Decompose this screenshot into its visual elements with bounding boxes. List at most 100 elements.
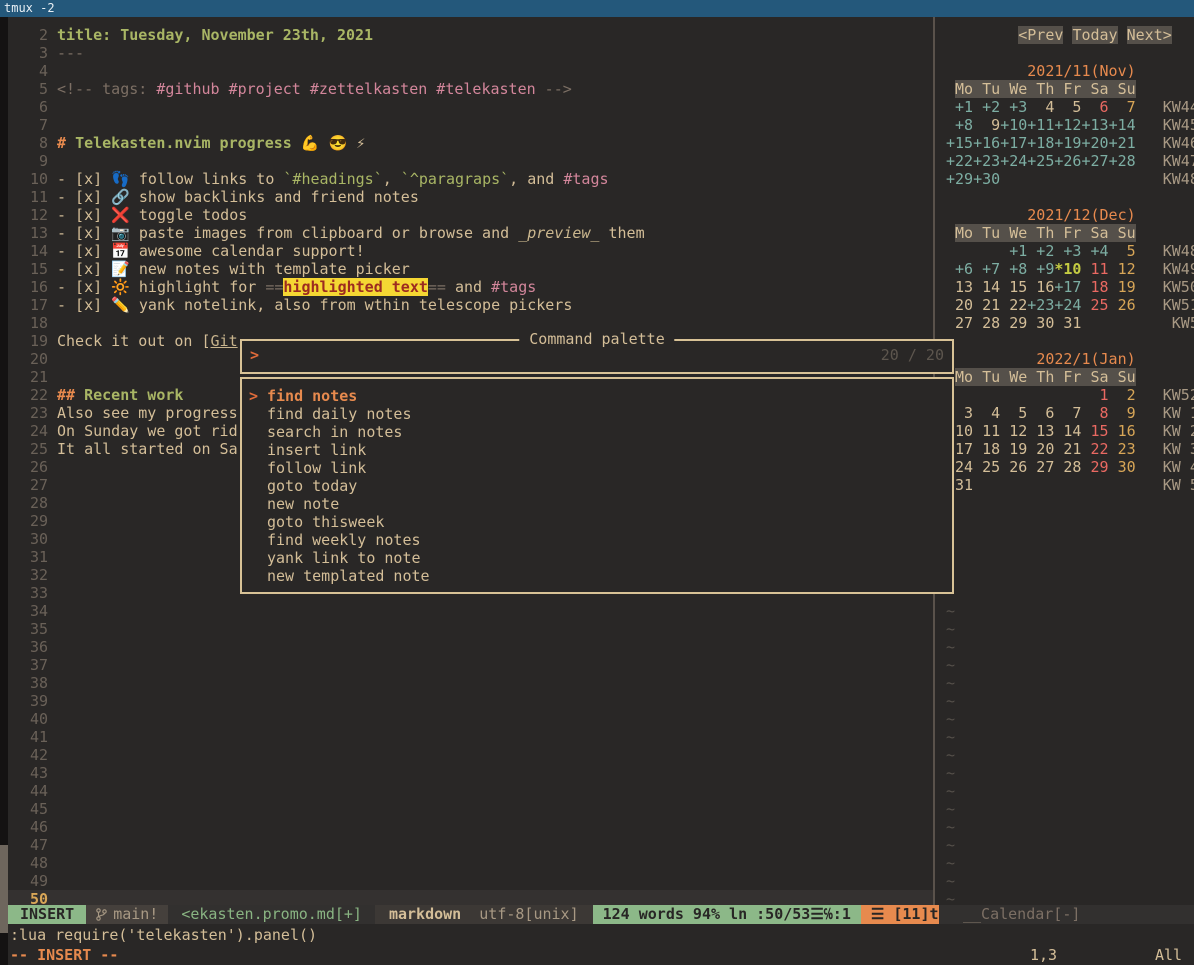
buffer-line[interactable]: 36: [8, 638, 933, 656]
calendar-day[interactable]: +26: [1054, 152, 1081, 170]
calendar-day[interactable]: 18: [973, 440, 1000, 458]
calendar-day[interactable]: +24: [1000, 152, 1027, 170]
calendar-day[interactable]: +14: [1109, 116, 1136, 134]
calendar-day[interactable]: +21: [1109, 134, 1136, 152]
buffer-line[interactable]: 34: [8, 602, 933, 620]
calendar-day[interactable]: +12: [1054, 116, 1081, 134]
buffer-line[interactable]: 14- [x] 📅 awesome calendar support!: [8, 242, 933, 260]
calendar-day[interactable]: 12: [1109, 260, 1136, 278]
calendar-day[interactable]: +27: [1081, 152, 1108, 170]
calendar-day[interactable]: 19: [1000, 440, 1027, 458]
calendar-day[interactable]: 29: [1081, 458, 1108, 476]
calendar-day[interactable]: 18: [1081, 278, 1108, 296]
buffer-line[interactable]: 2title: Tuesday, November 23th, 2021: [8, 26, 933, 44]
buffer-line[interactable]: 17- [x] ✏️ yank notelink, also from wthi…: [8, 296, 933, 314]
palette-item[interactable]: >find notes: [242, 387, 952, 405]
calendar-day[interactable]: 27: [1027, 458, 1054, 476]
calendar-day[interactable]: 8: [1081, 404, 1108, 422]
calendar-day[interactable]: 29: [1000, 314, 1027, 332]
calendar-day[interactable]: +1: [1000, 242, 1027, 260]
palette-item[interactable]: insert link: [242, 441, 952, 459]
buffer-line[interactable]: 35: [8, 620, 933, 638]
calendar-day[interactable]: *10: [1054, 260, 1081, 278]
calendar-day[interactable]: +23: [973, 152, 1000, 170]
calendar-day[interactable]: 14: [1054, 422, 1081, 440]
buffer-line[interactable]: 39: [8, 692, 933, 710]
calendar-day[interactable]: 15: [1000, 278, 1027, 296]
palette-item[interactable]: goto thisweek: [242, 513, 952, 531]
buffer-line[interactable]: 9: [8, 152, 933, 170]
calendar-day[interactable]: +4: [1081, 242, 1108, 260]
buffer-line[interactable]: 18: [8, 314, 933, 332]
calendar-day[interactable]: 13: [946, 278, 973, 296]
buffer-line[interactable]: 8# Telekasten.nvim progress 💪 😎 ⚡: [8, 134, 933, 152]
calendar-day[interactable]: +9: [1027, 260, 1054, 278]
calendar-day[interactable]: 25: [973, 458, 1000, 476]
calendar-day[interactable]: 30: [1109, 458, 1136, 476]
command-palette-prompt[interactable]: Command palette > 20 / 20: [240, 339, 954, 374]
calendar-day[interactable]: +8: [1000, 260, 1027, 278]
calendar-day[interactable]: 4: [973, 404, 1000, 422]
buffer-line[interactable]: 6: [8, 98, 933, 116]
calendar-day[interactable]: +2: [1027, 242, 1054, 260]
calendar-day[interactable]: +29: [946, 170, 973, 188]
calendar-day[interactable]: +20: [1081, 134, 1108, 152]
buffer-line[interactable]: 49: [8, 872, 933, 890]
calendar-day[interactable]: 28: [1054, 458, 1081, 476]
calendar-day[interactable]: +3: [1054, 242, 1081, 260]
buffer-line[interactable]: 5<!-- tags: #github #project #zettelkast…: [8, 80, 933, 98]
buffer-line[interactable]: 7: [8, 116, 933, 134]
calendar-day[interactable]: 11: [973, 422, 1000, 440]
calendar-day[interactable]: 2: [1109, 386, 1136, 404]
buffer-line[interactable]: 40: [8, 710, 933, 728]
calendar-day[interactable]: 16: [1109, 422, 1136, 440]
buffer-line[interactable]: 48: [8, 854, 933, 872]
calendar-day[interactable]: +25: [1027, 152, 1054, 170]
calendar-day[interactable]: 5: [1000, 404, 1027, 422]
scrollbar-thumb[interactable]: [0, 845, 8, 933]
calendar-day[interactable]: 19: [1109, 278, 1136, 296]
calendar-day[interactable]: 6: [1027, 404, 1054, 422]
calendar-day[interactable]: 26: [1000, 458, 1027, 476]
calendar-day[interactable]: 11: [1081, 260, 1108, 278]
calendar-day[interactable]: +10: [1000, 116, 1027, 134]
palette-item[interactable]: find daily notes: [242, 405, 952, 423]
calendar-day[interactable]: +28: [1109, 152, 1136, 170]
palette-item[interactable]: new templated note: [242, 567, 952, 585]
palette-item[interactable]: find weekly notes: [242, 531, 952, 549]
calendar-day[interactable]: 30: [1027, 314, 1054, 332]
palette-item[interactable]: search in notes: [242, 423, 952, 441]
buffer-line[interactable]: 16- [x] 🔆 highlight for ==highlighted te…: [8, 278, 933, 296]
calendar-day[interactable]: 6: [1081, 98, 1108, 116]
buffer-line[interactable]: 47: [8, 836, 933, 854]
buffer-line[interactable]: 13- [x] 📷 paste images from clipboard or…: [8, 224, 933, 242]
buffer-line[interactable]: 3---: [8, 44, 933, 62]
calendar-day[interactable]: +1: [946, 98, 973, 116]
calendar-day[interactable]: 20: [1027, 440, 1054, 458]
calendar-day[interactable]: +16: [973, 134, 1000, 152]
calendar-day[interactable]: 23: [1109, 440, 1136, 458]
calendar-day[interactable]: 31: [1054, 314, 1081, 332]
calendar-day[interactable]: 5: [1109, 242, 1136, 260]
calendar-day[interactable]: 22: [1000, 296, 1027, 314]
calendar-day[interactable]: 4: [1027, 98, 1054, 116]
calendar-day[interactable]: +23: [1027, 296, 1054, 314]
calendar-day[interactable]: 20: [946, 296, 973, 314]
buffer-line[interactable]: 46: [8, 818, 933, 836]
buffer-line[interactable]: 43: [8, 764, 933, 782]
calendar-day[interactable]: 26: [1109, 296, 1136, 314]
calendar-day[interactable]: +7: [973, 260, 1000, 278]
calendar-day[interactable]: 9: [973, 116, 1000, 134]
calendar-day[interactable]: 27: [946, 314, 973, 332]
calendar-day[interactable]: +3: [1000, 98, 1027, 116]
calendar-day[interactable]: 9: [1109, 404, 1136, 422]
calendar-day[interactable]: 16: [1027, 278, 1054, 296]
calendar-day[interactable]: +17: [1054, 278, 1081, 296]
buffer-line[interactable]: 45: [8, 800, 933, 818]
calendar-day[interactable]: +18: [1027, 134, 1054, 152]
buffer-line[interactable]: 15- [x] 📝 new notes with template picker: [8, 260, 933, 278]
calendar-day[interactable]: 7: [1054, 404, 1081, 422]
calendar-day[interactable]: +2: [973, 98, 1000, 116]
buffer-line[interactable]: 4: [8, 62, 933, 80]
calendar-day[interactable]: +22: [946, 152, 973, 170]
